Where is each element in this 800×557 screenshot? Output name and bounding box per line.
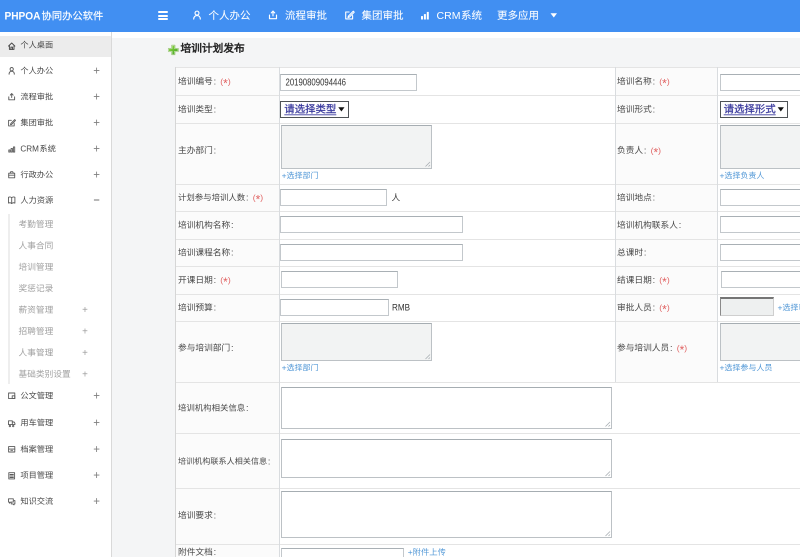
svg-text:+: + <box>93 444 100 456</box>
svg-text:+: + <box>720 170 725 180</box>
svg-text:+: + <box>93 470 100 482</box>
svg-text:CRM: CRM <box>20 144 39 154</box>
svg-text::: : <box>268 456 271 466</box>
svg-text::: : <box>214 303 217 313</box>
svg-text:CRM: CRM <box>437 10 461 22</box>
svg-text::: : <box>653 275 656 285</box>
svg-text:(*): (*) <box>651 145 662 159</box>
svg-text::: : <box>246 193 249 203</box>
svg-text:+: + <box>93 144 100 156</box>
svg-text:+: + <box>82 305 88 316</box>
svg-text::: : <box>246 403 249 413</box>
svg-text:(*): (*) <box>220 275 231 289</box>
svg-text:(*): (*) <box>659 76 670 90</box>
svg-text::: : <box>644 145 647 155</box>
svg-text::: : <box>214 145 217 155</box>
svg-text:+: + <box>408 547 413 557</box>
svg-text::: : <box>214 510 217 520</box>
svg-text::: : <box>653 104 656 114</box>
svg-text:+: + <box>93 391 100 403</box>
svg-text:+: + <box>93 92 100 104</box>
svg-text:+: + <box>282 363 287 373</box>
svg-text:+: + <box>93 66 100 78</box>
svg-text::: : <box>214 547 217 557</box>
svg-text:+: + <box>93 496 100 508</box>
svg-text:+: + <box>82 348 88 359</box>
svg-text:(*): (*) <box>659 303 670 317</box>
svg-text::: : <box>214 104 217 114</box>
svg-text::: : <box>670 343 673 353</box>
svg-text:RMB: RMB <box>392 303 410 313</box>
svg-text:+: + <box>93 170 100 182</box>
svg-text::: : <box>653 193 656 203</box>
svg-text:20190809094446: 20190809094446 <box>286 77 347 88</box>
svg-text:+: + <box>720 363 725 373</box>
svg-text::: : <box>214 76 217 86</box>
svg-text::: : <box>231 220 234 230</box>
svg-text::: : <box>214 275 217 285</box>
svg-text::: : <box>644 248 647 258</box>
svg-text::: : <box>653 76 656 86</box>
svg-text:+: + <box>82 369 88 380</box>
svg-text:+: + <box>778 302 783 312</box>
svg-text::: : <box>231 343 234 353</box>
svg-text:+: + <box>93 118 100 130</box>
svg-text:(*): (*) <box>677 343 688 357</box>
svg-text:+: + <box>282 170 287 180</box>
svg-text::: : <box>231 248 234 258</box>
svg-text:(*): (*) <box>220 76 231 90</box>
svg-text:PHPOA: PHPOA <box>5 11 41 23</box>
svg-text::: : <box>653 303 656 313</box>
svg-text:+: + <box>82 327 88 338</box>
svg-text:+: + <box>93 418 100 430</box>
svg-text:(*): (*) <box>659 275 670 289</box>
svg-text:(*): (*) <box>253 193 264 207</box>
svg-text::: : <box>679 220 682 230</box>
